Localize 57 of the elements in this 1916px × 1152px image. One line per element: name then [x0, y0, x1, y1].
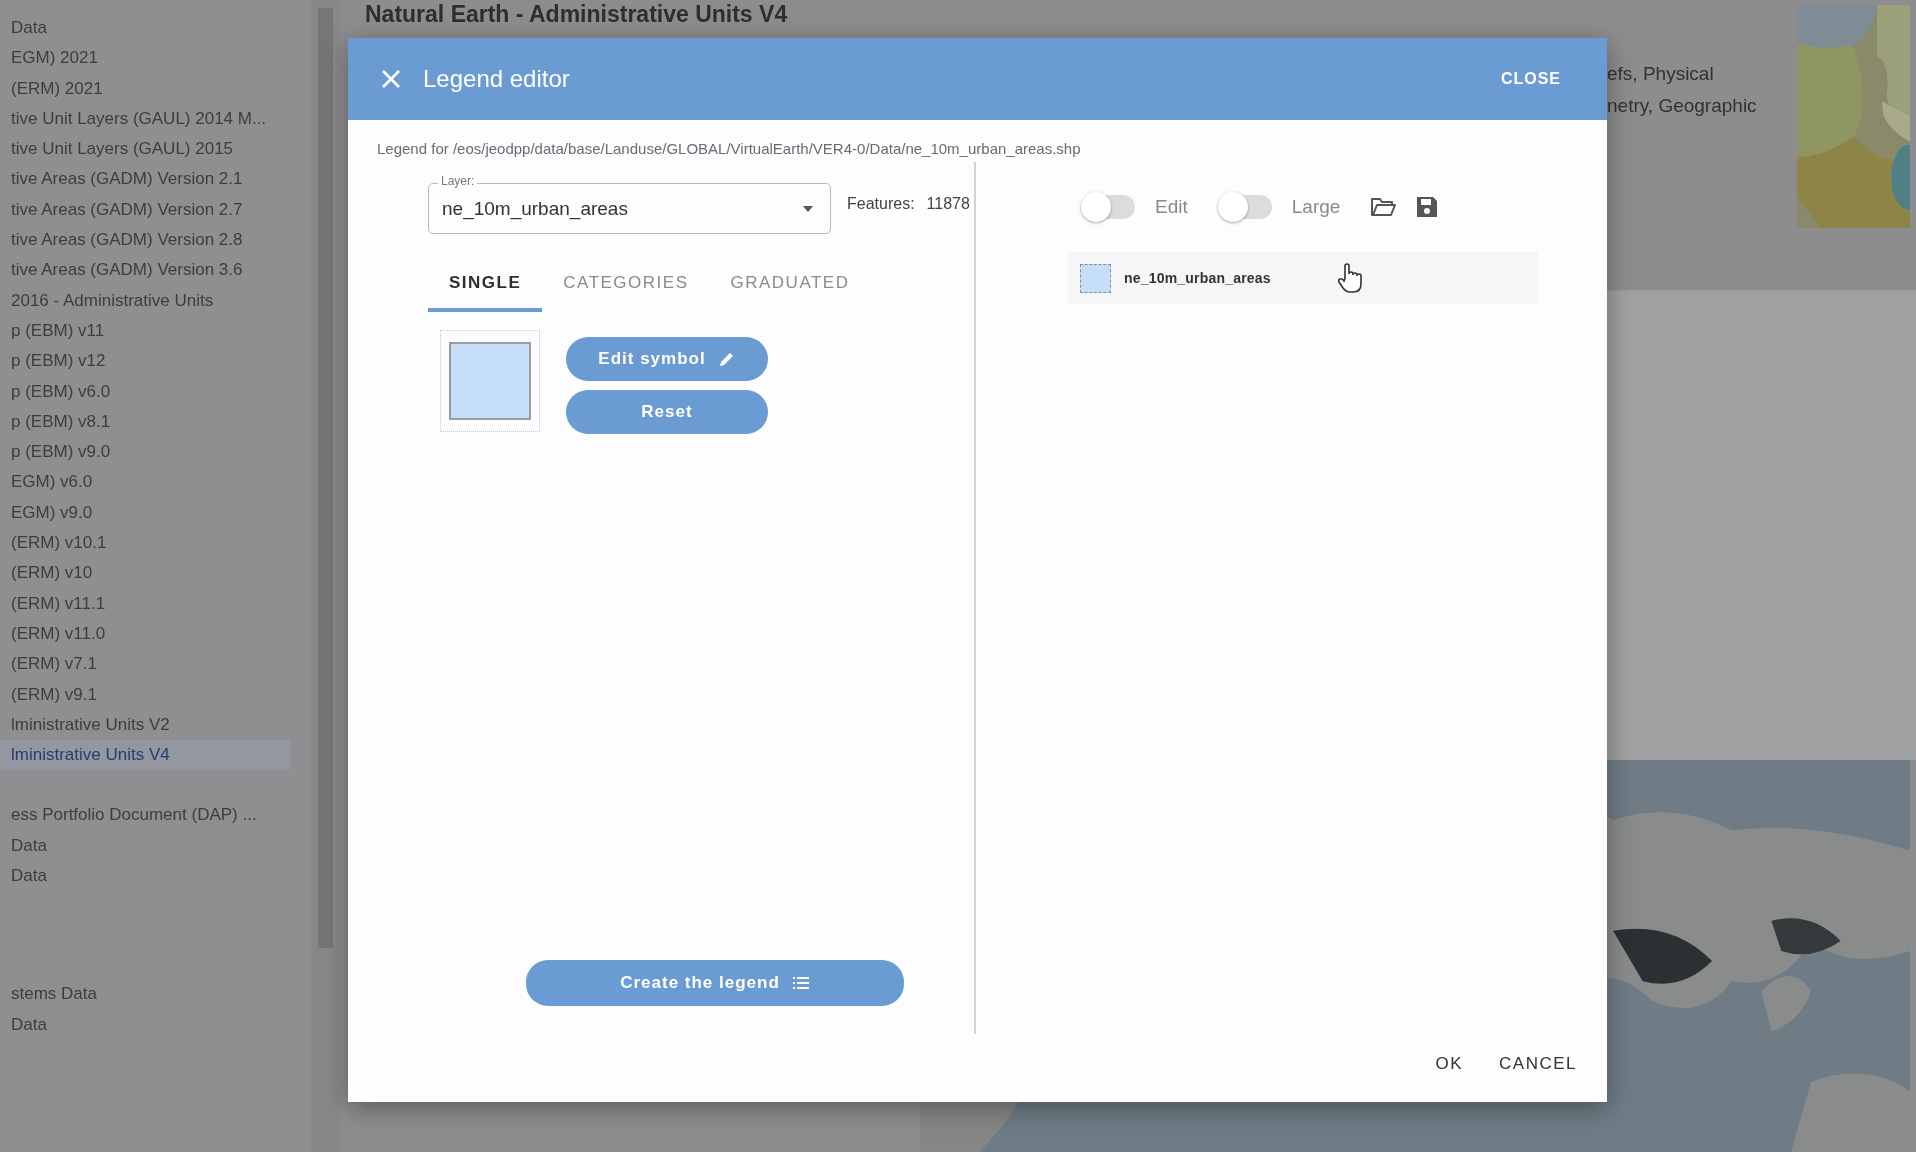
sidebar-item[interactable]: p (EBM) v6.0: [0, 376, 290, 407]
toggle-switch[interactable]: [1217, 192, 1274, 222]
dialog-title: Legend editor: [423, 65, 571, 93]
sidebar-item[interactable]: p (EBM) v11: [0, 315, 290, 347]
ok-button[interactable]: OK: [1417, 1044, 1482, 1084]
sidebar-item[interactable]: (ERM) v11.0: [0, 618, 290, 650]
sidebar-item[interactable]: tive Areas (GADM) Version 2.7: [0, 194, 290, 226]
sidebar-item[interactable]: (ERM) v11.1: [0, 588, 290, 619]
sidebar-item[interactable]: p (EBM) v8.1: [0, 406, 290, 438]
dropdown-caret-icon[interactable]: [803, 205, 813, 212]
sidebar-item[interactable]: p (EBM) v9.0: [0, 437, 290, 468]
sidebar-item[interactable]: tive Areas (GADM) Version 3.6: [0, 255, 290, 286]
tab[interactable]: CATEGORIES: [542, 260, 710, 312]
sidebar-item[interactable]: (ERM) v10.1: [0, 528, 290, 559]
list-icon: [791, 974, 810, 992]
pencil-icon: [717, 350, 736, 368]
sidebar-item[interactable]: (ERM) v9.1: [0, 679, 290, 710]
features-count: 11878: [926, 195, 970, 213]
close-button[interactable]: CLOSE: [1488, 62, 1573, 96]
sidebar-item[interactable]: Data: [0, 830, 290, 861]
sidebar-item[interactable]: EGM) 2021: [0, 43, 290, 74]
sidebar-item[interactable]: p (EBM) v12: [0, 346, 290, 377]
toggle-switch[interactable]: [1081, 192, 1137, 222]
sidebar-item[interactable]: EGM) v6.0: [0, 467, 290, 498]
keywords-text: efs, Physical: [1607, 62, 1715, 86]
close-icon[interactable]: [380, 68, 402, 90]
reset-button[interactable]: Reset: [566, 390, 768, 434]
sidebar-item[interactable]: (ERM) 2021: [0, 73, 290, 104]
sidebar-item[interactable]: 2016 - Administrative Units: [0, 285, 290, 316]
sidebar-item[interactable]: tive Areas (GADM) Version 2.1: [0, 164, 290, 195]
toggle-label: Edit: [1155, 196, 1188, 218]
pointer-cursor-icon: [1336, 262, 1364, 294]
tab[interactable]: SINGLE: [428, 260, 543, 312]
tab[interactable]: GRADUATED: [709, 260, 871, 312]
sidebar-item[interactable]: tive Unit Layers (GAUL) 2014 M...: [0, 103, 290, 135]
sidebar-item[interactable]: Data: [0, 1009, 290, 1040]
sidebar-item[interactable]: ess Portfolio Document (DAP) ...: [0, 800, 290, 831]
legend-item[interactable]: ne_10m_urban_areas: [1068, 252, 1538, 304]
sidebar-item[interactable]: lministrative Units V2: [0, 709, 290, 741]
create-legend-button[interactable]: Create the legend: [526, 960, 904, 1006]
legend-swatch: [1080, 263, 1111, 293]
sidebar-item[interactable]: Data: [0, 861, 290, 892]
edit-symbol-button[interactable]: Edit symbol: [566, 337, 768, 381]
legend-path-text: Legend for /eos/jeodpp/data/base/Landuse/GLOBAL/VirtualEarth/VER4-0/Data/ne_10m_urban_areas.shp: [377, 140, 1081, 157]
sidebar-item[interactable]: tive Areas (GADM) Version 2.8: [0, 225, 290, 256]
toggle-label: Large: [1291, 196, 1341, 218]
sidebar-item[interactable]: tive Unit Layers (GAUL) 2015: [0, 134, 290, 165]
page-heading: Natural Earth - Administrative Units V4: [364, 0, 788, 28]
sidebar-item[interactable]: (ERM) v7.1: [0, 649, 290, 680]
sidebar-item[interactable]: lministrative Units V4: [0, 740, 290, 771]
sidebar-item[interactable]: stems Data: [0, 979, 290, 1010]
cancel-button[interactable]: CANCEL: [1481, 1044, 1595, 1084]
sidebar-item[interactable]: EGM) v9.0: [0, 497, 290, 529]
sidebar-item[interactable]: (ERM) v10: [0, 558, 290, 589]
keywords-text: netry, Geographic: [1607, 94, 1758, 118]
sidebar-item[interactable]: Data: [0, 13, 290, 44]
features-label: Features:: [847, 195, 915, 213]
